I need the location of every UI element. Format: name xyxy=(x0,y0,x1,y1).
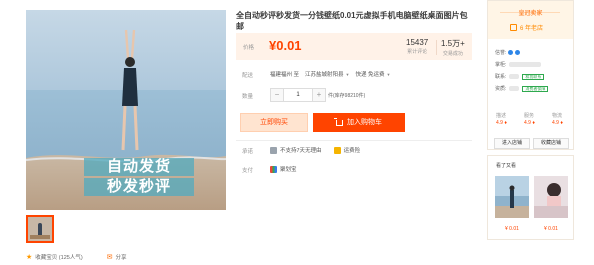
credit-badge-icon xyxy=(515,50,521,55)
quantity-label: 数量 xyxy=(242,94,254,100)
also-viewed-item-price: ¥ 0.01 xyxy=(505,226,519,232)
promo-text-line2: 秒发秒评 xyxy=(84,178,194,196)
cart-icon xyxy=(334,117,343,126)
share-bar: ★ 收藏宝贝 (125人气) ✉ 分享 xyxy=(26,253,127,261)
product-page: 自动发货 秒发秒评 ★ 收藏宝贝 (125人气) ✉ 分享 全自动秒评秒发货一分… xyxy=(0,0,594,265)
quantity-stepper: − 1 + xyxy=(270,88,326,102)
share-icon[interactable]: ✉ xyxy=(107,253,113,261)
enter-shop-button[interactable]: 进入店铺 xyxy=(494,138,530,149)
payment-row: 聚划宝 xyxy=(270,165,297,173)
delivery-to-select[interactable]: 江苏盐城射阳县 xyxy=(305,70,344,78)
also-viewed-item-price: ¥ 0.01 xyxy=(544,226,558,232)
contact-me-badge[interactable]: 和我联系 xyxy=(522,73,545,80)
shop-years: 6 年老店 xyxy=(510,23,543,32)
payment-label: 支付 xyxy=(242,168,254,174)
commitment-label: 承诺 xyxy=(242,149,254,155)
credit-badge-icon xyxy=(508,50,514,55)
shipping-method[interactable]: 快递 免运费 xyxy=(356,70,385,78)
contact-label: 联系: xyxy=(495,74,507,80)
shop-seller-row: 掌柜: xyxy=(495,61,542,68)
price-box: 价格 ¥0.01 15437 累计评论 1.5万+ 交易成功 xyxy=(236,33,472,60)
also-viewed-item-image[interactable] xyxy=(534,176,568,218)
quals-label: 资质: xyxy=(495,86,507,92)
no-return-icon xyxy=(270,146,277,154)
buy-now-button[interactable]: 立即购买 xyxy=(240,113,308,132)
quantity-input[interactable]: 1 xyxy=(284,88,312,102)
quantity-plus-button[interactable]: + xyxy=(312,88,326,102)
divider xyxy=(236,140,472,141)
promo-text-line1: 自动发货 xyxy=(84,158,194,176)
shipping-insurance-icon xyxy=(333,146,341,154)
also-viewed-title: 看了又看 xyxy=(496,163,517,169)
price-value: ¥0.01 xyxy=(269,38,302,53)
stat-divider xyxy=(436,40,437,55)
score-desc-value: 4.9 ♦ xyxy=(496,120,507,126)
also-viewed-item-image[interactable] xyxy=(495,176,529,218)
review-count-label: 累计评论 xyxy=(407,49,428,55)
also-viewed-panel: 看了又看 ¥ 0.01 ¥ 0.01 xyxy=(487,155,574,240)
shop-contact-row: 联系: 和我联系 xyxy=(495,73,545,80)
quantity-minus-button[interactable]: − xyxy=(270,88,284,102)
main-product-image[interactable]: 自动发货 秒发秒评 xyxy=(26,10,226,210)
consumer-protection-badge[interactable]: 消费者保障 xyxy=(522,85,549,92)
collect-link[interactable]: 收藏宝贝 (125人气) xyxy=(35,253,82,261)
credit-label: 信誉: xyxy=(495,50,507,56)
price-label: 价格 xyxy=(243,45,255,51)
review-count-number: 15437 xyxy=(406,38,429,47)
shop-credit-row: 信誉: xyxy=(495,49,521,56)
stock-text: 件(库存98210件) xyxy=(328,93,366,99)
store-icon xyxy=(510,24,517,31)
add-to-cart-button[interactable]: 加入购物车 xyxy=(313,113,405,132)
shop-grade: 皇冠卖家 xyxy=(518,11,543,17)
share-link[interactable]: 分享 xyxy=(116,253,127,261)
add-to-cart-label: 加入购物车 xyxy=(347,119,382,126)
trade-count[interactable]: 1.5万+ 交易成功 xyxy=(441,38,465,57)
shop-card: 皇冠卖家 6 年老店 信誉: 掌柜: 联系: 和我联系 资质: 消费者保障 描述… xyxy=(487,0,574,150)
quals-blurred xyxy=(509,86,520,91)
score-logistics-label: 物流 xyxy=(552,113,563,119)
product-title: 全自动秒评秒发货一分钱壁纸0.01元虚拟手机电脑壁纸桌面图片包邮 xyxy=(236,11,468,31)
commitment-row: 不支持7天无理由 运费险 xyxy=(270,146,360,154)
commitment-item-no-return[interactable]: 不支持7天无理由 xyxy=(280,146,322,154)
payment-method-icon xyxy=(270,165,277,173)
thumbnail-ground xyxy=(30,235,50,239)
star-icon[interactable]: ★ xyxy=(26,253,32,261)
gallery-thumbnail[interactable] xyxy=(26,215,54,243)
delivery-label: 配送 xyxy=(242,73,254,79)
shop-years-label: 6 年老店 xyxy=(520,26,544,32)
payment-item[interactable]: 聚划宝 xyxy=(280,165,297,173)
shop-quals-row: 资质: 消费者保障 xyxy=(495,85,549,92)
seller-label: 掌柜: xyxy=(495,62,507,68)
contact-blurred xyxy=(509,74,520,79)
score-desc-label: 描述 xyxy=(496,113,507,119)
chevron-down-icon[interactable]: ▼ xyxy=(346,72,350,77)
favorite-shop-button[interactable]: 收藏店铺 xyxy=(533,138,569,149)
trade-count-label: 交易成功 xyxy=(442,51,463,57)
chevron-down-icon[interactable]: ▼ xyxy=(387,72,391,77)
commitment-item-insurance[interactable]: 运费险 xyxy=(344,146,361,154)
score-service-label: 服务 xyxy=(524,113,535,119)
score-logistics-value: 4.9 ♦ xyxy=(552,120,563,126)
review-count[interactable]: 15437 累计评论 xyxy=(406,38,428,55)
trade-count-number: 1.5万+ xyxy=(441,39,465,48)
score-service-value: 4.9 ♦ xyxy=(524,120,535,126)
delivery-from: 福建福州 至 xyxy=(270,72,300,78)
delivery-row: 福建福州 至 江苏盐城射阳县 ▼ 快递 免运费 ▼ xyxy=(270,70,391,79)
seller-name-blurred[interactable] xyxy=(509,62,542,67)
shop-header: 皇冠卖家 6 年老店 xyxy=(488,1,573,39)
